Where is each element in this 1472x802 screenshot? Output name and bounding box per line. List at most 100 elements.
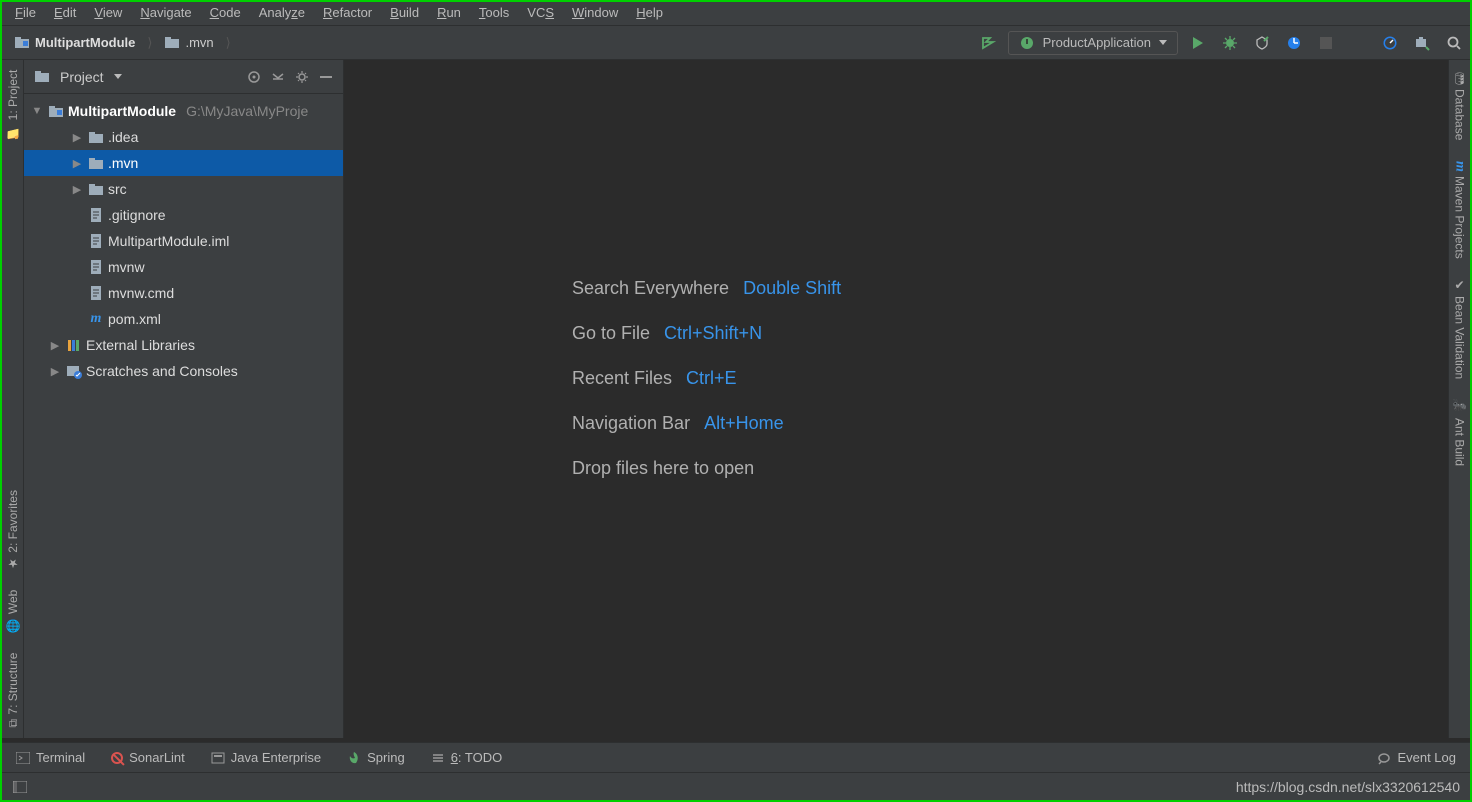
tree-item[interactable]: MultipartModule.iml (24, 228, 343, 254)
tool-bean-validation[interactable]: ✔Bean Validation (1453, 268, 1467, 389)
run-config-name: ProductApplication (1043, 35, 1151, 50)
menu-refactor[interactable]: Refactor (314, 2, 381, 23)
collapse-all-icon[interactable] (271, 70, 285, 84)
placeholder-row: Navigation BarAlt+Home (572, 413, 841, 434)
tree-item[interactable]: mvnw (24, 254, 343, 280)
gear-icon[interactable] (295, 70, 309, 84)
tab-spring[interactable]: Spring (347, 750, 405, 765)
menu-analyze[interactable]: Analyze (250, 2, 314, 23)
placeholder-shortcut: Alt+Home (704, 413, 784, 434)
tree-scratches[interactable]: ▶ Scratches and Consoles (24, 358, 343, 384)
tab-java-enterprise[interactable]: Java Enterprise (211, 750, 321, 765)
build-button[interactable] (976, 31, 1000, 55)
tree-root[interactable]: ▼MultipartModuleG:\MyJava\MyProje (24, 98, 343, 124)
project-title[interactable]: Project (60, 69, 104, 85)
project-tree[interactable]: ▼MultipartModuleG:\MyJava\MyProje▶.idea▶… (24, 94, 343, 738)
tree-item[interactable]: .gitignore (24, 202, 343, 228)
file-icon (88, 207, 104, 223)
module-icon (14, 35, 30, 51)
menu-vcs[interactable]: VCS (518, 2, 563, 23)
folder-icon (88, 181, 104, 197)
tree-item[interactable]: ▶ .mvn (24, 150, 343, 176)
tree-item-label: Scratches and Consoles (86, 363, 238, 379)
left-tool-strip: 📁1: Project ★2: Favorites 🌐Web ⧉7: Struc… (2, 60, 24, 738)
tool-database[interactable]: 🛢Database (1453, 60, 1467, 151)
tool-favorites[interactable]: ★2: Favorites (6, 480, 20, 581)
tab-sonarlint[interactable]: SonarLint (111, 750, 185, 765)
tree-item-label: mvnw.cmd (108, 285, 174, 301)
tree-item[interactable]: mpom.xml (24, 306, 343, 332)
placeholder-label: Recent Files (572, 368, 672, 389)
tool-windows-toggle-icon[interactable] (12, 779, 28, 795)
project-view-icon (34, 69, 50, 85)
profiler-button[interactable] (1282, 31, 1306, 55)
breadcrumb-item[interactable]: MultipartModule (6, 32, 143, 54)
separator-icon (1346, 31, 1370, 55)
expand-arrow-icon[interactable]: ▼ (30, 105, 44, 117)
menu-window[interactable]: Window (563, 2, 627, 23)
libraries-icon (66, 337, 82, 353)
expand-arrow-icon[interactable]: ▶ (70, 157, 84, 170)
placeholder-row: Drop files here to open (572, 458, 841, 479)
tool-maven[interactable]: mMaven Projects (1452, 151, 1468, 269)
right-tool-strip: 🛢Database mMaven Projects ✔Bean Validati… (1448, 60, 1470, 738)
debug-button[interactable] (1218, 31, 1242, 55)
chevron-down-icon (1159, 40, 1167, 45)
file-icon (88, 233, 104, 249)
coverage-button[interactable] (1250, 31, 1274, 55)
gauge-icon[interactable] (1378, 31, 1402, 55)
tab-terminal[interactable]: Terminal (16, 750, 85, 765)
menu-file[interactable]: File (6, 2, 45, 23)
placeholder-shortcut: Double Shift (743, 278, 841, 299)
tree-item-label: .idea (108, 129, 138, 145)
run-button[interactable] (1186, 31, 1210, 55)
tab-todo[interactable]: 6: TODO (431, 750, 503, 765)
expand-arrow-icon[interactable]: ▶ (48, 339, 62, 352)
tree-item-label: .mvn (108, 155, 138, 171)
stop-button[interactable] (1314, 31, 1338, 55)
menu-tools[interactable]: Tools (470, 2, 518, 23)
placeholder-row: Recent FilesCtrl+E (572, 368, 841, 389)
tool-web[interactable]: 🌐Web (6, 580, 20, 643)
breadcrumb-item[interactable]: .mvn (156, 32, 221, 54)
menu-code[interactable]: Code (201, 2, 250, 23)
tree-item-label: MultipartModule (68, 103, 176, 119)
nav-bar: MultipartModule ⟩ .mvn ⟩ ProductApplicat… (0, 26, 1472, 60)
status-watermark: https://blog.csdn.net/slx3320612540 (1236, 779, 1460, 795)
scratches-icon (66, 363, 82, 379)
chevron-down-icon[interactable] (114, 74, 122, 79)
project-header: Project (24, 60, 343, 94)
menu-edit[interactable]: Edit (45, 2, 85, 23)
bottom-tool-tabs: Terminal SonarLint Java Enterprise Sprin… (2, 742, 1470, 772)
tree-item-label: mvnw (108, 259, 145, 275)
tree-external-libraries[interactable]: ▶External Libraries (24, 332, 343, 358)
placeholder-label: Go to File (572, 323, 650, 344)
tool-structure[interactable]: ⧉7: Structure (6, 643, 20, 738)
run-config-selector[interactable]: ProductApplication (1008, 31, 1178, 55)
tree-item[interactable]: ▶ .idea (24, 124, 343, 150)
update-button[interactable] (1410, 31, 1434, 55)
tree-item[interactable]: ▶src (24, 176, 343, 202)
menu-view[interactable]: View (85, 2, 131, 23)
menu-run[interactable]: Run (428, 2, 470, 23)
event-log-button[interactable]: Event Log (1377, 750, 1456, 765)
locate-icon[interactable] (247, 70, 261, 84)
tree-item[interactable]: mvnw.cmd (24, 280, 343, 306)
tool-ant[interactable]: 🐜Ant Build (1453, 389, 1467, 476)
search-button[interactable] (1442, 31, 1466, 55)
maven-icon: m (88, 311, 104, 327)
tool-project[interactable]: 📁1: Project (6, 60, 20, 149)
placeholder-row: Go to FileCtrl+Shift+N (572, 323, 841, 344)
editor-empty-state: Search EverywhereDouble ShiftGo to FileC… (344, 60, 1448, 738)
expand-arrow-icon[interactable]: ▶ (48, 365, 62, 378)
menu-navigate[interactable]: Navigate (131, 2, 200, 23)
expand-arrow-icon[interactable]: ▶ (70, 131, 84, 144)
breadcrumb-label: .mvn (185, 35, 213, 50)
menu-build[interactable]: Build (381, 2, 428, 23)
sonarlint-icon (111, 752, 123, 764)
menu-help[interactable]: Help (627, 2, 672, 23)
tree-item-label: MultipartModule.iml (108, 233, 229, 249)
expand-arrow-icon[interactable]: ▶ (70, 183, 84, 196)
folder-icon (164, 35, 180, 51)
hide-icon[interactable] (319, 70, 333, 84)
